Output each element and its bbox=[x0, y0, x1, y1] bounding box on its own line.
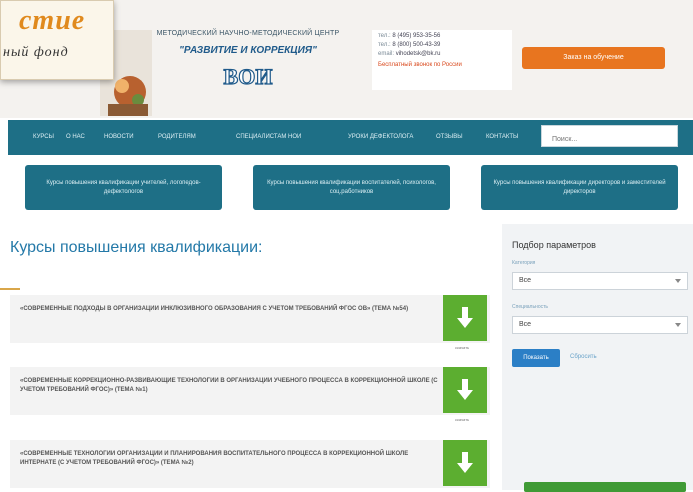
download-caption: скачать bbox=[455, 345, 470, 350]
course-title[interactable]: «СОВРЕМЕННЫЕ КОРРЕКЦИОННО-РАЗВИВАЮЩИЕ ТЕ… bbox=[20, 377, 440, 395]
contact-key: email: bbox=[378, 51, 395, 57]
contact-value: vihodetsk@bk.ru bbox=[395, 51, 441, 57]
free-call-note: Бесплатный звонок по России bbox=[378, 62, 462, 68]
org-name: "РАЗВИТИЕ И КОРРЕКЦИЯ" bbox=[179, 45, 317, 56]
nav-item-parents[interactable]: РОДИТЕЛЯМ bbox=[158, 134, 196, 140]
course-title[interactable]: «СОВРЕМЕННЫЕ ТЕХНОЛОГИИ ОРГАНИЗАЦИИ И ПЛ… bbox=[20, 450, 440, 468]
download-button[interactable] bbox=[443, 440, 487, 486]
apply-filter-button[interactable]: Показать bbox=[512, 349, 560, 367]
partner-logo-title: стие bbox=[19, 5, 86, 36]
nav-item-reviews[interactable]: ОТЗЫВЫ bbox=[436, 134, 463, 140]
nav-item-news[interactable]: НОВОСТИ bbox=[104, 134, 134, 140]
accent-divider bbox=[0, 288, 20, 290]
nav-item-specialists[interactable]: СПЕЦИАЛИСТАМ НОИ bbox=[236, 134, 301, 140]
filter-title: Подбор параметров bbox=[512, 240, 596, 250]
main-nav: КУРСЫ О НАС НОВОСТИ РОДИТЕЛЯМ СПЕЦИАЛИСТ… bbox=[8, 120, 693, 155]
course-title[interactable]: «СОВРЕМЕННЫЕ ПОДХОДЫ В ОРГАНИЗАЦИИ ИНКЛЮ… bbox=[20, 305, 440, 314]
course-item[interactable]: «СОВРЕМЕННЫЕ КОРРЕКЦИОННО-РАЗВИВАЮЩИЕ ТЕ… bbox=[10, 367, 490, 422]
contact-phone-2[interactable]: тел.: 8 (800) 500-43-39 bbox=[378, 42, 512, 48]
partner-logo-card[interactable]: стие ный фонд bbox=[0, 0, 114, 80]
contact-phone-1[interactable]: тел.: 8 (495) 953-35-56 bbox=[378, 33, 512, 39]
chevron-down-icon bbox=[675, 323, 681, 327]
download-caption: скачать bbox=[455, 417, 470, 422]
course-item[interactable]: «СОВРЕМЕННЫЕ ТЕХНОЛОГИИ ОРГАНИЗАЦИИ И ПЛ… bbox=[10, 440, 490, 488]
contact-key: тел.: bbox=[378, 33, 391, 39]
nav-item-about[interactable]: О НАС bbox=[66, 134, 85, 140]
filter-category-label: Категория bbox=[512, 260, 536, 266]
reset-filter-link[interactable]: Сбросить bbox=[570, 354, 597, 360]
filter-sidebar: Подбор параметров Категория Все Специаль… bbox=[502, 224, 693, 492]
site-header: стие ный фонд МЕТОДИЧЕСКИЙ НАУЧНО-МЕТОДИ… bbox=[0, 0, 693, 118]
filter-specialty-label: Специальность bbox=[512, 304, 548, 310]
nav-item-contacts[interactable]: КОНТАКТЫ bbox=[486, 134, 518, 140]
download-arrow-icon bbox=[457, 452, 473, 473]
org-logo-text: ВОИ bbox=[224, 64, 273, 89]
filter-category-value: Все bbox=[519, 277, 532, 284]
filter-specialty-value: Все bbox=[519, 321, 532, 328]
contact-value: 8 (495) 953-35-56 bbox=[392, 33, 441, 39]
category-teachers-button[interactable]: Курсы повышения квалификации учителей, л… bbox=[25, 165, 222, 210]
download-arrow-icon bbox=[457, 307, 473, 328]
download-button[interactable] bbox=[443, 367, 487, 413]
nav-item-lessons[interactable]: УРОКИ ДЕФЕКТОЛОГА bbox=[348, 134, 413, 140]
sidebar-green-button[interactable] bbox=[524, 482, 686, 492]
search-input[interactable] bbox=[541, 125, 678, 147]
download-arrow-icon bbox=[457, 379, 473, 400]
filter-specialty-select[interactable]: Все bbox=[512, 316, 688, 334]
contact-value: 8 (800) 500-43-39 bbox=[392, 42, 441, 48]
category-educators-button[interactable]: Курсы повышения квалификации воспитателе… bbox=[253, 165, 450, 210]
download-button[interactable] bbox=[443, 295, 487, 341]
category-directors-button[interactable]: Курсы повышения квалификации директоров … bbox=[481, 165, 678, 210]
nav-item-courses[interactable]: КУРСЫ bbox=[33, 134, 54, 140]
order-training-button[interactable]: Заказ на обучение bbox=[522, 47, 665, 69]
org-block: МЕТОДИЧЕСКИЙ НАУЧНО-МЕТОДИЧЕСКИЙ ЦЕНТР "… bbox=[128, 30, 368, 95]
contact-email[interactable]: email: vihodetsk@bk.ru bbox=[378, 51, 512, 57]
course-item[interactable]: «СОВРЕМЕННЫЕ ПОДХОДЫ В ОРГАНИЗАЦИИ ИНКЛЮ… bbox=[10, 295, 490, 350]
chevron-down-icon bbox=[675, 279, 681, 283]
partner-logo-subtitle: ный фонд bbox=[3, 45, 69, 60]
filter-category-select[interactable]: Все bbox=[512, 272, 688, 290]
page-title: Курсы повышения квалификации: bbox=[10, 239, 263, 256]
org-line: МЕТОДИЧЕСКИЙ НАУЧНО-МЕТОДИЧЕСКИЙ ЦЕНТР bbox=[156, 30, 340, 37]
org-logo-mark[interactable]: ВОИ bbox=[208, 62, 288, 90]
contacts-box: тел.: 8 (495) 953-35-56 тел.: 8 (800) 50… bbox=[372, 30, 512, 90]
contact-key: тел.: bbox=[378, 42, 391, 48]
